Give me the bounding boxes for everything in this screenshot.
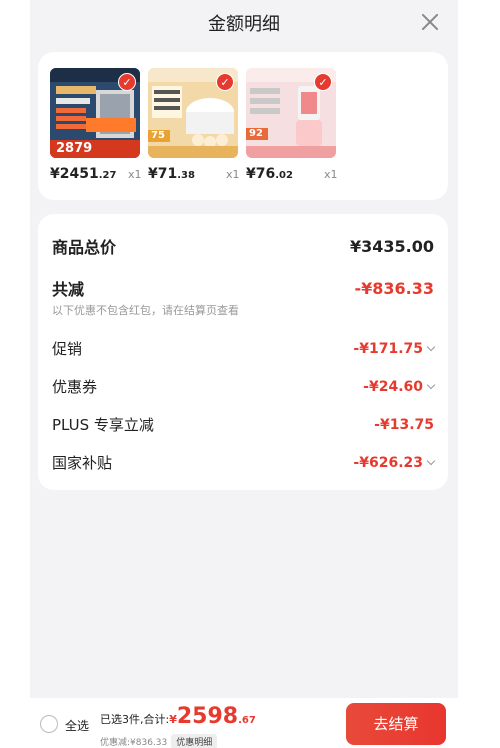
product-price-badge: 75	[151, 130, 165, 141]
product-image[interactable]: 2879 ✓	[50, 68, 140, 158]
total-reduce-row: 共减 -¥836.33	[52, 276, 434, 300]
product-price-badge: 2879	[56, 141, 93, 156]
checked-icon[interactable]: ✓	[118, 73, 136, 91]
discount-summary: 优惠减:¥836.33 优惠明细	[100, 734, 218, 748]
product-item[interactable]: 2879 ✓ ¥2451.27 x1	[50, 68, 142, 182]
product-card: 2879 ✓ ¥2451.27 x1 75 ✓ ¥71.38 x1 92 ✓ ¥…	[38, 52, 448, 200]
chevron-down-icon[interactable]	[426, 342, 436, 351]
total-reduce-value: -¥836.33	[354, 278, 434, 298]
select-all-radio[interactable]	[40, 715, 58, 733]
product-item[interactable]: 92 ✓ ¥76.02 x1	[246, 68, 338, 182]
checkout-bar: 全选 已选3件,合计:¥2598.67 优惠减:¥836.33 优惠明细 去结算	[30, 698, 458, 748]
product-price: ¥2451.27	[50, 166, 117, 182]
selected-total: 已选3件,合计:¥2598.67	[100, 704, 256, 729]
discount-text: 优惠减:¥836.33	[100, 738, 168, 748]
selected-text: 已选3件,合计:	[100, 713, 170, 726]
discount-note: 以下优惠不包含红包，请在结算页查看	[52, 304, 239, 317]
chevron-down-icon[interactable]	[426, 456, 436, 465]
checked-icon[interactable]: ✓	[314, 73, 332, 91]
product-qty: x1	[226, 168, 240, 181]
chevron-down-icon[interactable]	[426, 380, 436, 389]
discount-label: 促销	[52, 340, 83, 358]
total-currency: ¥	[169, 713, 177, 726]
product-image[interactable]: 92 ✓	[246, 68, 336, 158]
product-price: ¥76.02	[246, 166, 293, 182]
discount-value: -¥626.23	[353, 455, 436, 471]
discount-row-coupon[interactable]: 优惠券 -¥24.60	[52, 376, 436, 397]
product-qty: x1	[128, 168, 142, 181]
discount-value: -¥24.60	[363, 379, 436, 395]
product-image[interactable]: 75 ✓	[148, 68, 238, 158]
price-summary-card: 商品总价 ¥3435.00 共减 -¥836.33 以下优惠不包含红包，请在结算…	[38, 214, 448, 490]
total-price-row: 商品总价 ¥3435.00	[52, 234, 434, 258]
checked-icon[interactable]: ✓	[216, 73, 234, 91]
discount-label: PLUS 专享立减	[52, 416, 154, 434]
discount-value: -¥171.75	[353, 341, 436, 357]
discount-row-subsidy[interactable]: 国家补贴 -¥626.23	[52, 452, 436, 473]
checkout-button[interactable]: 去结算	[346, 703, 446, 745]
product-qty: x1	[324, 168, 338, 181]
select-all-label[interactable]: 全选	[65, 717, 89, 734]
sheet-title: 金额明细	[208, 14, 280, 35]
discount-detail-button[interactable]: 优惠明细	[171, 734, 218, 748]
discount-label: 国家补贴	[52, 454, 113, 472]
product-price: ¥71.38	[148, 166, 195, 182]
total-amount-dec: .67	[238, 715, 256, 726]
product-price-badge: 92	[249, 128, 263, 139]
discount-value: -¥13.75	[374, 416, 434, 433]
product-item[interactable]: 75 ✓ ¥71.38 x1	[148, 68, 240, 182]
discount-row-plus: PLUS 专享立减 -¥13.75	[52, 414, 434, 435]
close-icon[interactable]	[418, 10, 442, 34]
discount-row-promotion[interactable]: 促销 -¥171.75	[52, 338, 436, 359]
total-price-label: 商品总价	[52, 238, 117, 257]
discount-label: 优惠券	[52, 378, 98, 396]
amount-detail-sheet: 金额明细 2879 ✓ ¥2451.27 x1 75 ✓ ¥71.38 x1 9…	[30, 0, 458, 748]
total-reduce-label: 共减	[52, 280, 85, 299]
total-price-value: ¥3435.00	[349, 236, 434, 256]
total-amount-int: 2598	[176, 704, 239, 729]
